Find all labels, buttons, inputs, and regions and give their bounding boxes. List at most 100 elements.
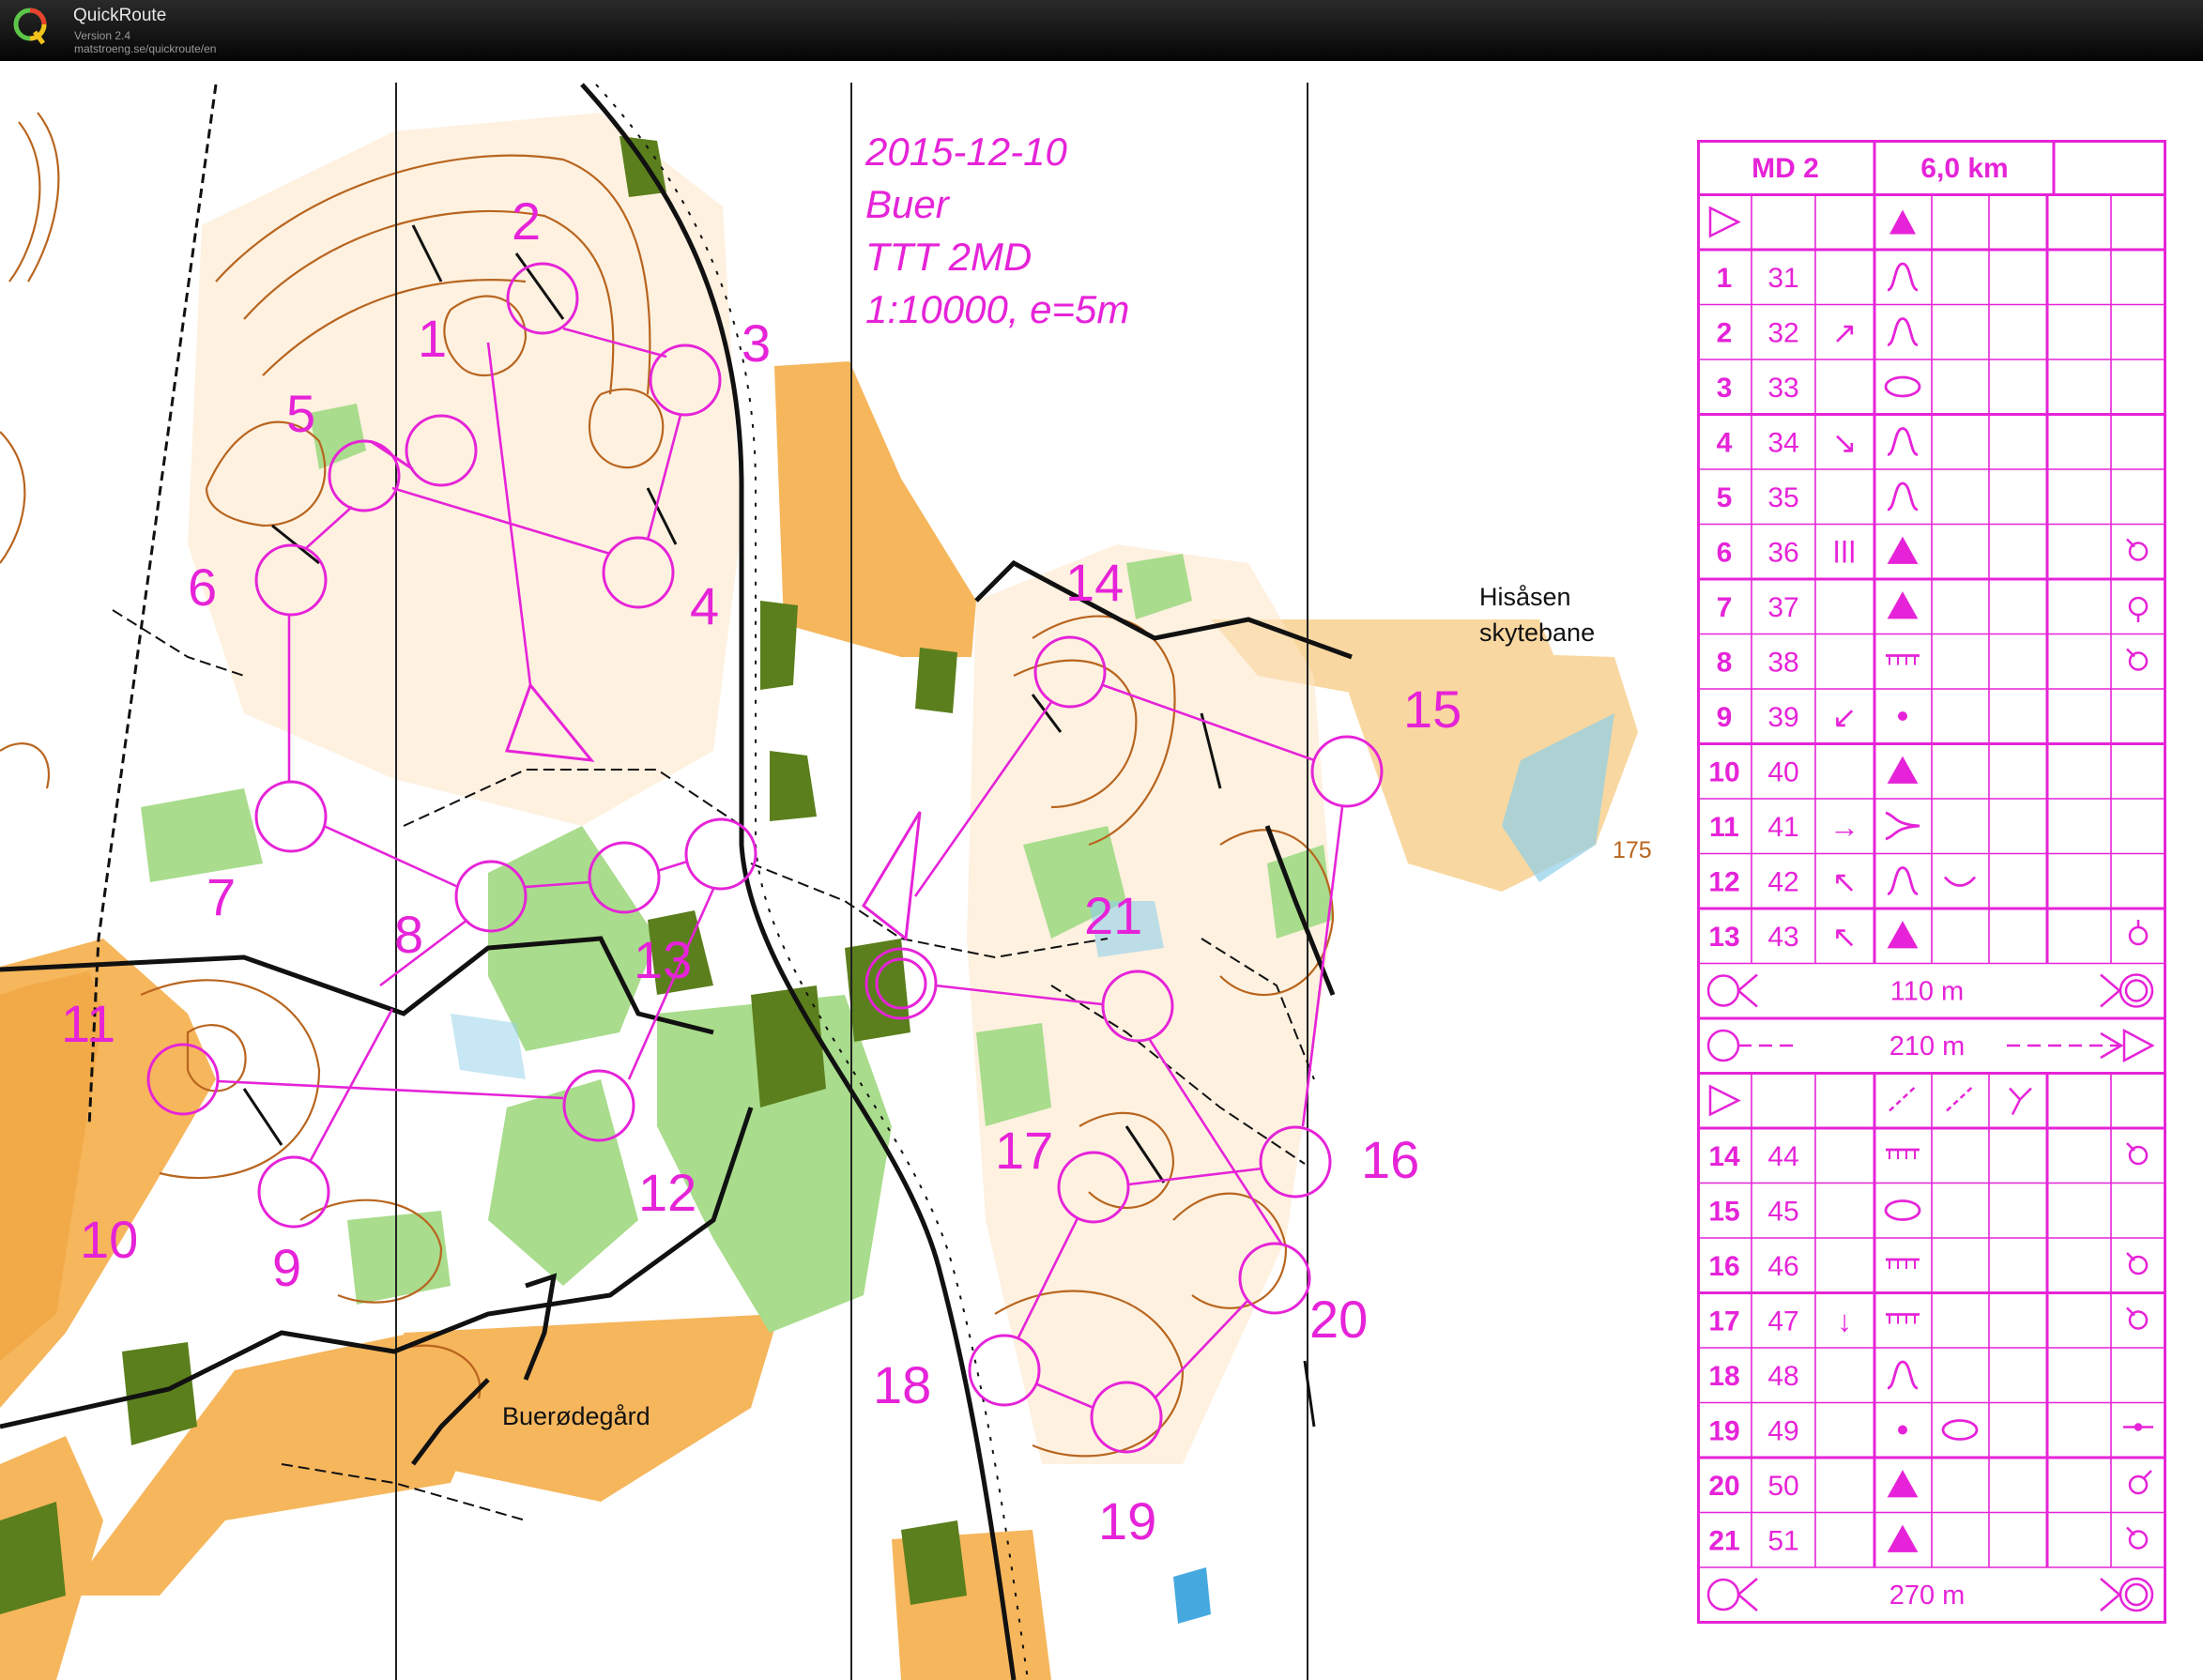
boulder-icon [1887, 536, 1919, 564]
control-order: 5 [1717, 482, 1733, 513]
control-code: 38 [1767, 648, 1798, 679]
control-order: 7 [1717, 592, 1733, 623]
control-number-label: 7 [207, 867, 236, 926]
control-order: 8 [1717, 648, 1733, 679]
app-name: QuickRoute [73, 6, 167, 25]
location-foot-corner-icon [2126, 538, 2149, 561]
orienteering-map: 2015-12-10 Buer TTT 2MD 1:10000, e=5m Hi… [0, 61, 1755, 1680]
knoll-icon [1887, 317, 1919, 346]
knoll-icon [1887, 427, 1919, 456]
control-number-label: 4 [690, 576, 719, 635]
control-number-label: 17 [995, 1121, 1053, 1180]
control-order: 15 [1708, 1197, 1739, 1228]
cliff-icon [1886, 654, 1920, 665]
start-symbol-icon [1708, 206, 1741, 238]
control-order: 9 [1717, 702, 1733, 733]
control-code: 49 [1767, 1416, 1798, 1447]
control-order: 18 [1708, 1361, 1739, 1392]
control-number-label: 1 [418, 309, 447, 368]
map-header-line: Buer [865, 182, 951, 226]
path-crossing-icon [1889, 1085, 1917, 1112]
map-header-line: TTT 2MD [865, 235, 1032, 279]
knoll-icon [1887, 866, 1919, 895]
control-order: 20 [1708, 1471, 1739, 1502]
depression-icon [1884, 1199, 1921, 1221]
control-number-label: 16 [1361, 1130, 1419, 1189]
control-code: 45 [1767, 1197, 1798, 1228]
knoll-icon [1887, 262, 1919, 292]
control-code: 44 [1767, 1141, 1798, 1172]
control-description-sheet: MD 2 6,0 km1 312 32 ↗3 334 34 ↘5 356 36 ǀǀǀ7 378 389… [1697, 140, 2166, 1624]
path-junction-icon [2009, 1087, 2032, 1116]
title-bar: QuickRoute Version 2.4 matstroeng.se/qui… [0, 0, 2203, 61]
course-length: 6,0 km [1920, 153, 2008, 184]
direction-symbol: ↗ [1832, 316, 1858, 350]
direction-symbol: ↙ [1832, 700, 1858, 734]
control-order: 12 [1708, 867, 1739, 898]
start-feature-icon [1889, 209, 1916, 235]
route-distance: 270 m [1889, 1581, 1966, 1611]
knoll-icon [1887, 1360, 1919, 1390]
control-number-label: 9 [272, 1238, 301, 1297]
control-order: 21 [1708, 1526, 1739, 1557]
control-number-label: 14 [1065, 553, 1124, 612]
place-label-skytebane: skytebane [1479, 619, 1595, 647]
location-foot-corner-icon [2126, 1526, 2149, 1550]
control-order: 14 [1708, 1141, 1740, 1172]
control-code: 43 [1767, 922, 1798, 953]
map-header-line: 2015-12-10 [864, 130, 1067, 174]
location-foot-side-icon [2128, 1470, 2152, 1495]
map-header-line: 1:10000, e=5m [865, 287, 1129, 331]
control-code: 36 [1767, 538, 1798, 569]
cliff-icon [1886, 1258, 1920, 1269]
direction-symbol: ↘ [1832, 426, 1858, 460]
knoll-icon [1887, 481, 1919, 512]
location-foot-corner-icon [2126, 1142, 2149, 1166]
location-between-icon [2123, 1423, 2153, 1431]
boulder-icon [1887, 756, 1919, 784]
control-number-label: 10 [80, 1210, 138, 1269]
control-code: 50 [1767, 1471, 1798, 1502]
control-number-label: 5 [286, 384, 315, 443]
control-code: 35 [1767, 482, 1798, 513]
control-code: 41 [1767, 812, 1798, 843]
place-label-buerodegard: Buerødegård [502, 1402, 650, 1430]
control-order: 13 [1708, 922, 1739, 953]
control-code: 31 [1767, 263, 1798, 294]
direction-symbol: ǀǀǀ [1833, 536, 1857, 570]
control-code: 47 [1767, 1306, 1798, 1337]
control-number-label: 3 [742, 313, 771, 373]
point-icon [1898, 711, 1907, 721]
control-order: 10 [1708, 757, 1739, 788]
control-code: 46 [1767, 1251, 1798, 1282]
direction-symbol: → [1829, 810, 1859, 844]
cliff-icon [1886, 1148, 1920, 1159]
control-number-label: 11 [61, 994, 115, 1053]
location-foot-corner-icon [2126, 1252, 2149, 1275]
event-label: MD 2 [1752, 153, 1819, 184]
location-foot-corner-icon [2126, 648, 2149, 671]
control-number-label: 15 [1403, 680, 1461, 739]
control-code: 42 [1767, 867, 1798, 898]
control-code: 34 [1767, 428, 1798, 459]
location-foot-below-icon [2128, 596, 2149, 622]
place-label-hisasen: Hisåsen [1479, 583, 1571, 611]
control-order: 3 [1717, 373, 1733, 404]
depression-icon [1884, 375, 1921, 398]
control-number-label: 8 [394, 905, 423, 964]
control-number-label: 19 [1098, 1491, 1156, 1550]
app-url[interactable]: matstroeng.se/quickroute/en [74, 42, 216, 55]
control-order: 4 [1717, 428, 1733, 459]
boulder-icon [1887, 1524, 1919, 1552]
control-code: 37 [1767, 592, 1798, 623]
control-number-label: 6 [188, 557, 217, 617]
location-foot-above-icon [2128, 920, 2149, 946]
control-number-label: 21 [1084, 886, 1142, 945]
control-order: 19 [1708, 1416, 1739, 1447]
control-number-label: 12 [638, 1163, 696, 1222]
direction-symbol: ↖ [1832, 865, 1858, 899]
path-crossing-icon [1946, 1085, 1974, 1112]
control-order: 16 [1708, 1251, 1739, 1282]
control-code: 39 [1767, 702, 1798, 733]
control-order: 1 [1717, 263, 1733, 294]
